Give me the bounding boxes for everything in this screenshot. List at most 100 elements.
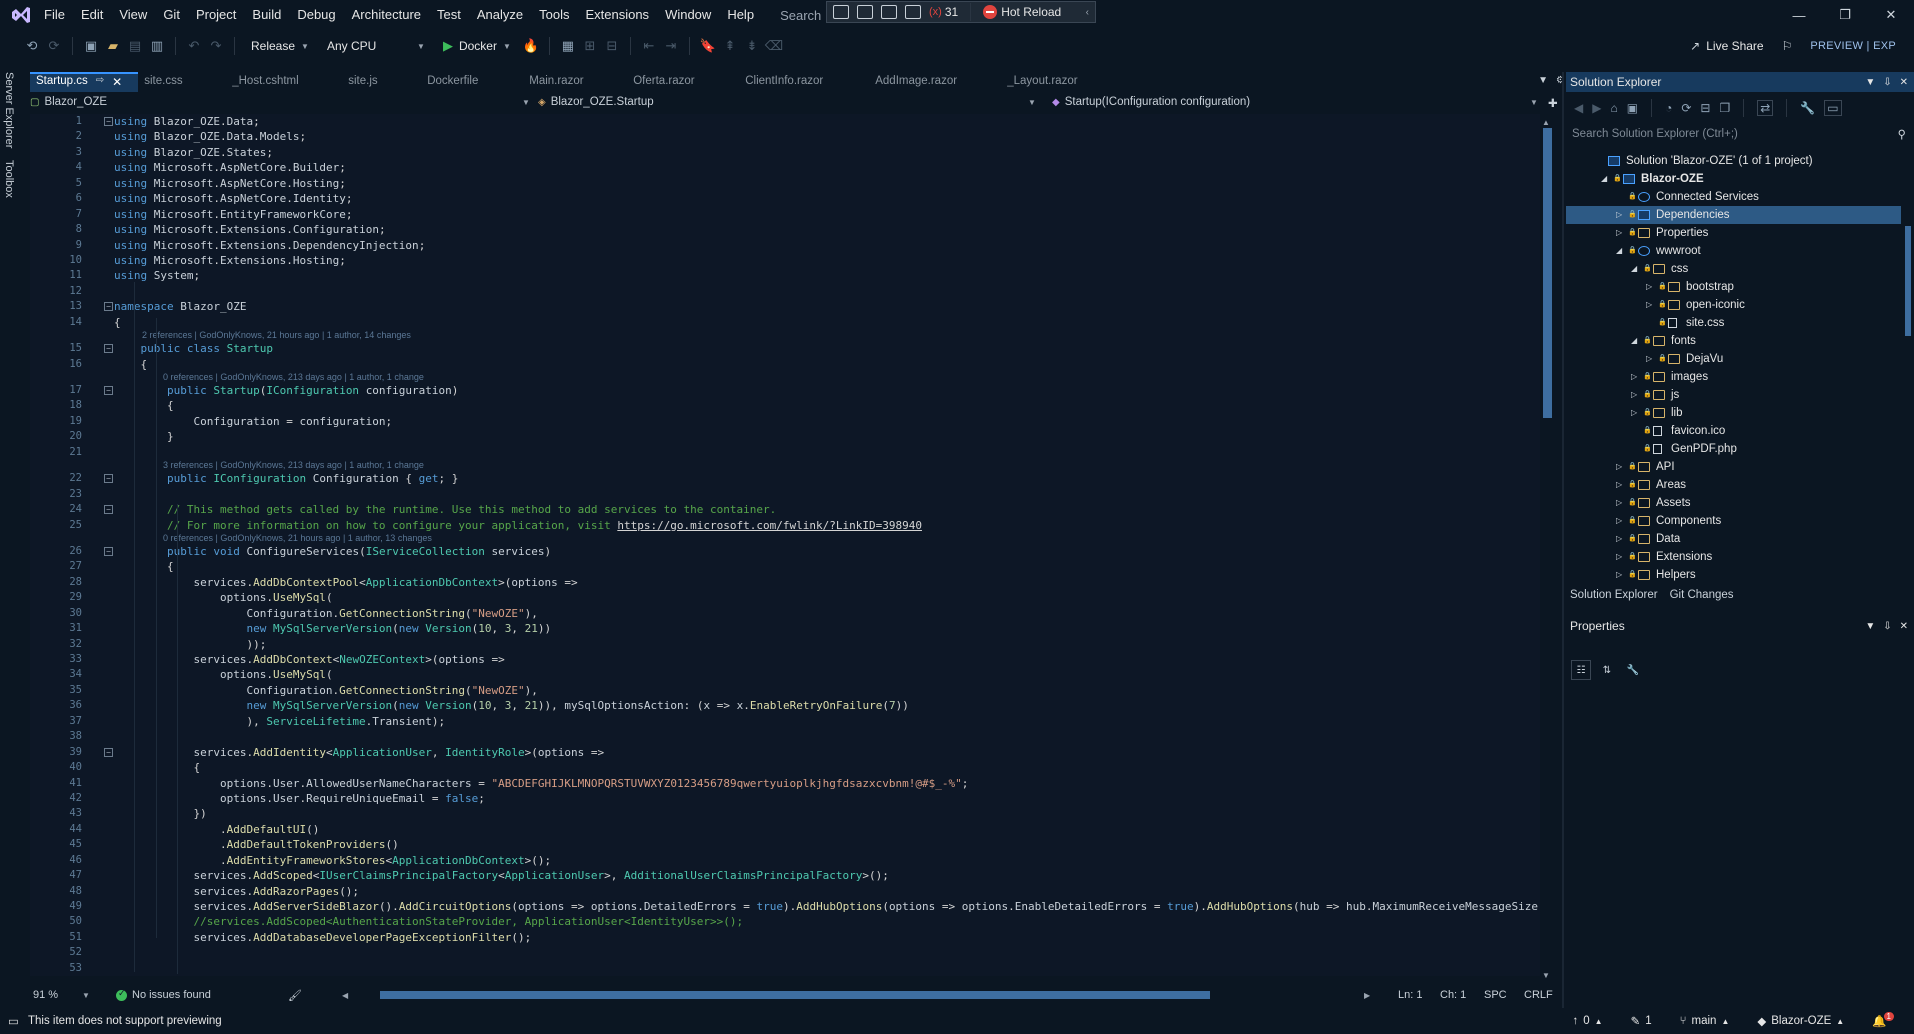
- split-editor-icon[interactable]: ✚: [1548, 96, 1558, 110]
- menu-test[interactable]: Test: [429, 0, 469, 30]
- tab-clientinfo-razor[interactable]: ClientInfo.razor: [739, 72, 869, 92]
- forward-icon[interactable]: ⟳: [46, 38, 62, 54]
- expand-icon[interactable]: ▷: [1616, 458, 1622, 476]
- undo-icon[interactable]: ↶: [186, 38, 202, 54]
- server-explorer-tab[interactable]: Server Explorer: [3, 72, 15, 148]
- restore-button[interactable]: ❐: [1822, 0, 1868, 30]
- run-docker-button[interactable]: ▶ Docker ▼: [437, 38, 517, 54]
- clear-bookmarks-icon[interactable]: ⌫: [765, 38, 783, 54]
- hot-reload-button[interactable]: Hot Reload: [983, 5, 1061, 19]
- select-element-icon[interactable]: [857, 5, 873, 19]
- forward-icon[interactable]: ▶: [1592, 101, 1601, 115]
- code-line[interactable]: 7 using Microsoft.EntityFrameworkCore;: [30, 207, 1540, 222]
- collapse-icon[interactable]: ◢: [1616, 242, 1622, 260]
- code-line[interactable]: 29 options.UseMySql(: [30, 590, 1540, 605]
- expand-icon[interactable]: ▷: [1616, 476, 1622, 494]
- tree-item-assets[interactable]: ▷ 🔒 Assets: [1566, 494, 1901, 512]
- menu-file[interactable]: File: [36, 0, 73, 30]
- code-lens[interactable]: 3 references | GodOnlyKnows, 213 days ag…: [30, 460, 1540, 471]
- chevron-down-icon[interactable]: ▼: [1865, 621, 1875, 632]
- tab-main-razor[interactable]: Main.razor: [523, 72, 627, 92]
- whitespace-indicator[interactable]: SPC: [1484, 989, 1507, 1001]
- code-line[interactable]: 27 {: [30, 559, 1540, 574]
- code-line[interactable]: 34 options.UseMySql(: [30, 667, 1540, 682]
- code-line[interactable]: 5 using Microsoft.AspNetCore.Hosting;: [30, 176, 1540, 191]
- code-line[interactable]: 39 − services.AddIdentity<ApplicationUser…: [30, 745, 1540, 760]
- menu-build[interactable]: Build: [244, 0, 289, 30]
- code-line[interactable]: 10 using Microsoft.Extensions.Hosting;: [30, 253, 1540, 268]
- code-lens-text[interactable]: 0 references | GodOnlyKnows, 213 days ag…: [163, 372, 424, 383]
- scroll-thumb[interactable]: [1905, 226, 1911, 336]
- menu-debug[interactable]: Debug: [289, 0, 343, 30]
- code-line[interactable]: 12: [30, 284, 1540, 299]
- tree-scrollbar[interactable]: [1904, 152, 1912, 586]
- code-line[interactable]: 30 Configuration.GetConnectionString("Ne…: [30, 606, 1540, 621]
- tab-solution-explorer[interactable]: Solution Explorer: [1570, 589, 1658, 601]
- code-line[interactable]: 50 //services.AddScoped<AuthenticationSt…: [30, 914, 1540, 929]
- back-icon[interactable]: ◀: [1574, 101, 1583, 115]
- menu-architecture[interactable]: Architecture: [344, 0, 429, 30]
- code-lens-text[interactable]: 2 references | GodOnlyKnows, 21 hours ag…: [142, 330, 411, 341]
- code-lens[interactable]: 0 references | GodOnlyKnows, 213 days ag…: [30, 372, 1540, 383]
- code-line[interactable]: 48 services.AddRazorPages();: [30, 884, 1540, 899]
- code-line[interactable]: 3 using Blazor_OZE.States;: [30, 145, 1540, 160]
- align-icon[interactable]: ⊟: [604, 38, 620, 54]
- exceptions-counter[interactable]: (x) 31: [929, 5, 958, 19]
- tree-item-connected-services[interactable]: 🔒 Connected Services: [1566, 188, 1901, 206]
- menu-extensions[interactable]: Extensions: [577, 0, 657, 30]
- expand-icon[interactable]: ▷: [1631, 368, 1637, 386]
- sync-icon[interactable]: ⟳: [1681, 101, 1691, 115]
- code-line[interactable]: 13− namespace Blazor_OZE: [30, 299, 1540, 314]
- close-window-button[interactable]: ✕: [1868, 0, 1914, 30]
- project-dropdown[interactable]: ▢ Blazor_OZE ▼: [30, 96, 530, 108]
- tab-list-icon[interactable]: ▼: [1538, 75, 1548, 86]
- tree-item-wwwroot[interactable]: ◢ 🔒 wwwroot: [1566, 242, 1901, 260]
- tree-item-properties[interactable]: ▷ 🔒 Properties: [1566, 224, 1901, 242]
- expand-icon[interactable]: ▷: [1646, 350, 1652, 368]
- collapse-region-icon[interactable]: −: [104, 546, 113, 556]
- editor-vertical-scrollbar[interactable]: ▲ ▼: [1540, 118, 1553, 980]
- redo-icon[interactable]: ↷: [208, 38, 224, 54]
- pin-icon[interactable]: ⇩: [1883, 77, 1891, 88]
- expand-icon[interactable]: ▷: [1646, 278, 1652, 296]
- collapse-region-icon[interactable]: −: [104, 117, 113, 126]
- scroll-thumb[interactable]: [380, 991, 1210, 999]
- column-indicator[interactable]: Ch: 1: [1440, 989, 1466, 1001]
- scroll-right-icon[interactable]: ▶: [1364, 991, 1370, 1000]
- code-lens-text[interactable]: 3 references | GodOnlyKnows, 213 days ag…: [163, 460, 424, 471]
- menu-edit[interactable]: Edit: [73, 0, 111, 30]
- platform-dropdown[interactable]: Any CPU ▼: [321, 39, 431, 53]
- scroll-up-icon[interactable]: ▲: [1542, 118, 1550, 127]
- live-share-button[interactable]: ↗ Live Share: [1690, 39, 1763, 53]
- back-icon[interactable]: ⟲: [24, 38, 40, 54]
- tree-item-dependencies[interactable]: ▷ 🔒 Dependencies: [1566, 206, 1901, 224]
- collapse-region-icon[interactable]: −: [104, 505, 113, 515]
- code-line[interactable]: 16 {: [30, 357, 1540, 372]
- collapse-icon[interactable]: ◢: [1631, 260, 1637, 278]
- scroll-thumb[interactable]: [1543, 128, 1552, 418]
- code-line[interactable]: 9 using Microsoft.Extensions.DependencyIn…: [30, 238, 1540, 253]
- feedback-icon[interactable]: ⚐: [1782, 39, 1793, 53]
- repository-selector[interactable]: ◆ Blazor-OZE ▲: [1757, 1014, 1844, 1028]
- tab-git-changes[interactable]: Git Changes: [1670, 589, 1734, 601]
- zoom-level[interactable]: 91 %: [33, 989, 58, 1001]
- categorized-icon[interactable]: ☷: [1571, 660, 1591, 680]
- code-line[interactable]: 24 − // This method gets called by the ru…: [30, 502, 1540, 517]
- expand-icon[interactable]: ▷: [1631, 404, 1637, 422]
- browser-link-icon[interactable]: ▦: [560, 38, 576, 54]
- menu-analyze[interactable]: Analyze: [469, 0, 531, 30]
- previous-bookmark-icon[interactable]: ⇞: [722, 38, 738, 54]
- expand-icon[interactable]: ▷: [1646, 296, 1652, 314]
- track-focus-icon[interactable]: [905, 5, 921, 19]
- indent-icon[interactable]: ⇤: [641, 38, 657, 54]
- toolbox-tab[interactable]: Toolbox: [3, 160, 15, 198]
- display-layout-icon[interactable]: [881, 5, 897, 19]
- panel-splitter[interactable]: [1562, 72, 1564, 1012]
- next-bookmark-icon[interactable]: ⇟: [744, 38, 760, 54]
- property-pages-icon[interactable]: 🔧: [1623, 660, 1643, 680]
- code-cleanup-icon[interactable]: 🖌: [288, 989, 302, 1002]
- debug-window-icon[interactable]: [833, 5, 849, 19]
- collapse-region-icon[interactable]: −: [104, 474, 113, 484]
- tree-item-js[interactable]: ▷ 🔒 js: [1566, 386, 1901, 404]
- code-line[interactable]: 17 − public Startup(IConfiguration config…: [30, 383, 1540, 398]
